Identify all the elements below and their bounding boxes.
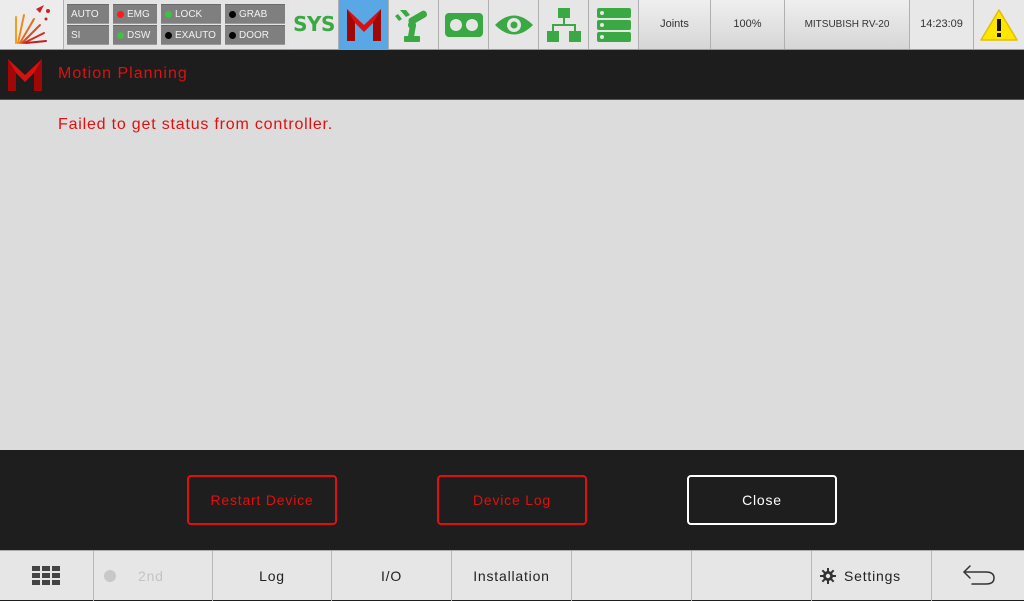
restart-device-button[interactable]: Restart Device: [187, 475, 337, 525]
settings-button[interactable]: Settings: [812, 551, 932, 601]
lock-indicator-icon: [165, 11, 172, 18]
page-title: Motion Planning: [58, 65, 188, 82]
network-icon: [546, 7, 581, 42]
logo-icon: [14, 4, 50, 44]
list-button[interactable]: [589, 0, 639, 49]
warning-icon: [980, 8, 1018, 41]
empty-slot: [572, 551, 692, 601]
apps-button[interactable]: [0, 551, 94, 601]
second-label: 2nd: [138, 568, 164, 584]
robot-name-button[interactable]: MITSUBISH RV-20: [785, 0, 910, 49]
back-arrow-icon: [963, 565, 995, 585]
status-emg: EMG: [113, 4, 157, 24]
robot-arm-icon: [394, 9, 427, 42]
message-panel: Failed to get status from controller.: [0, 100, 1024, 450]
error-message: Failed to get status from controller.: [58, 116, 334, 133]
tape-button[interactable]: [439, 0, 489, 49]
door-label: DOOR: [239, 30, 269, 41]
warning-button[interactable]: [974, 0, 1024, 49]
emg-label: EMG: [127, 9, 150, 20]
bottom-toolbar: 2nd Log I/O Installation Settings: [0, 550, 1024, 601]
settings-label: Settings: [844, 568, 901, 584]
device-log-button[interactable]: Device Log: [437, 475, 587, 525]
gear-icon: [820, 568, 836, 584]
sys-button[interactable]: SYS: [289, 0, 339, 49]
robot-arm-button[interactable]: [389, 0, 439, 49]
vision-button[interactable]: [489, 0, 539, 49]
motion-planning-button[interactable]: [339, 0, 389, 49]
status-dsw: DSW: [113, 25, 157, 45]
exauto-label: EXAUTO: [175, 30, 216, 41]
close-button[interactable]: Close: [687, 475, 837, 525]
door-indicator-icon: [229, 32, 236, 39]
title-bar: Motion Planning: [0, 50, 1024, 100]
lock-label: LOCK: [175, 9, 203, 20]
dsw-indicator-icon: [117, 32, 124, 39]
eye-icon: [494, 15, 533, 34]
clock: 14:23:09: [910, 0, 974, 49]
emg-indicator-icon: [117, 11, 124, 18]
mode-auto-label: AUTO: [71, 9, 99, 20]
grab-indicator-icon: [229, 11, 236, 18]
list-icon: [596, 7, 631, 42]
mode-si: SI: [67, 25, 109, 45]
second-function-button[interactable]: 2nd: [94, 551, 213, 601]
grid-icon: [32, 566, 60, 585]
speed-button[interactable]: 100%: [711, 0, 785, 49]
empty-slot: [692, 551, 812, 601]
motion-planning-logo-icon: [8, 59, 42, 91]
tape-icon: [444, 12, 483, 37]
back-button[interactable]: [932, 551, 1024, 601]
status-lock: LOCK: [161, 4, 221, 24]
installation-button[interactable]: Installation: [452, 551, 572, 601]
exauto-indicator-icon: [165, 32, 172, 39]
joints-button[interactable]: Joints: [639, 0, 711, 49]
logo-button[interactable]: [0, 0, 64, 49]
status-exauto: EXAUTO: [161, 25, 221, 45]
dsw-label: DSW: [127, 30, 151, 41]
mode-si-label: SI: [71, 30, 81, 41]
status-door: DOOR: [225, 25, 285, 45]
io-button[interactable]: I/O: [332, 551, 452, 601]
sys-icon: SYS: [293, 12, 335, 36]
motion-planning-icon: [346, 8, 381, 41]
grab-label: GRAB: [239, 9, 268, 20]
status-grab: GRAB: [225, 4, 285, 24]
action-bar: Restart Device Device Log Close: [0, 450, 1024, 550]
second-indicator-icon: [104, 570, 116, 582]
log-button[interactable]: Log: [213, 551, 332, 601]
network-button[interactable]: [539, 0, 589, 49]
mode-auto: AUTO: [67, 4, 109, 24]
top-toolbar: AUTO SI EMG DSW LOCK EXAUTO GRAB DOOR SY…: [0, 0, 1024, 50]
